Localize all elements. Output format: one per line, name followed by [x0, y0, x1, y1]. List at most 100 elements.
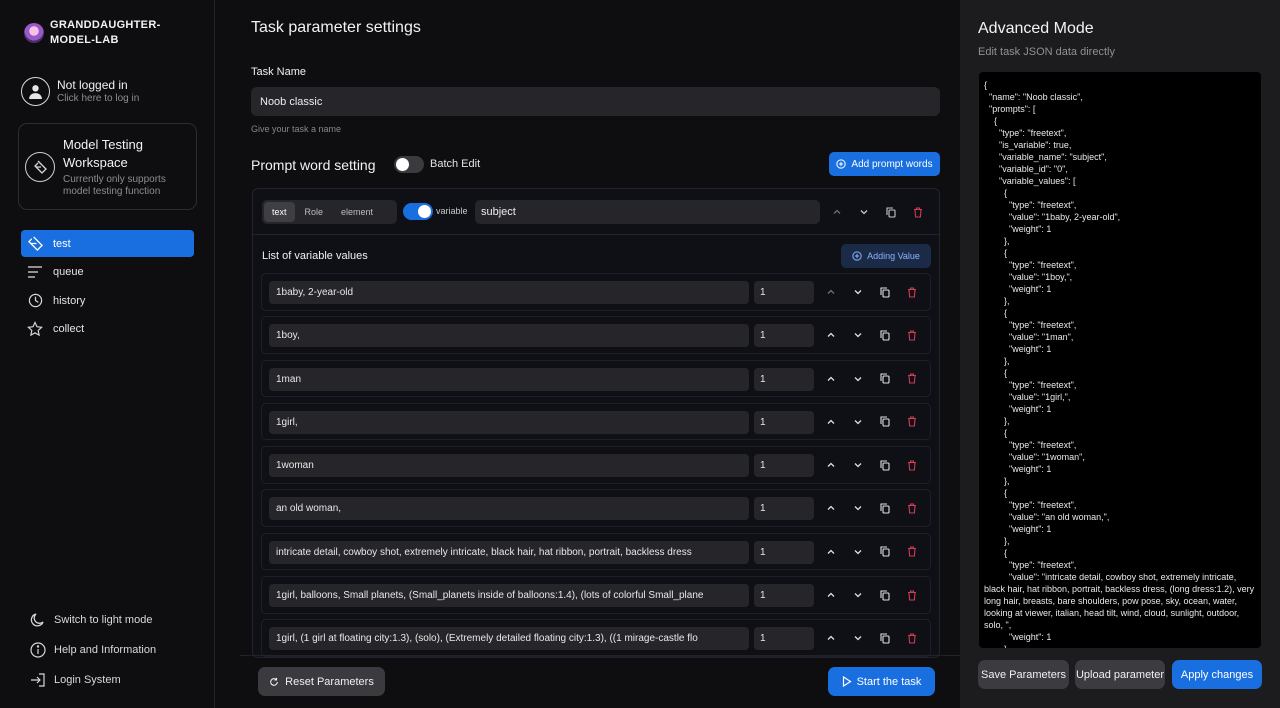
copy-icon[interactable] [877, 500, 893, 516]
nav-item-history[interactable]: history [21, 287, 194, 314]
variable-weight-input[interactable] [754, 540, 814, 564]
chevron-up-icon[interactable] [823, 284, 839, 300]
brand[interactable]: GRANDDAUGHTER- MODEL-LAB [24, 18, 161, 48]
variable-weight-input[interactable] [754, 584, 814, 608]
variable-weight-input[interactable] [754, 454, 814, 478]
trash-icon[interactable] [904, 284, 920, 300]
variable-weight-input[interactable] [754, 410, 814, 434]
chevron-down-icon[interactable] [850, 544, 866, 560]
variable-value-input[interactable] [269, 454, 749, 478]
variable-weight-input[interactable] [754, 367, 814, 391]
variable-value-row [261, 316, 931, 354]
trash-icon[interactable] [904, 327, 920, 343]
chevron-up-icon[interactable] [829, 204, 845, 220]
copy-icon[interactable] [877, 587, 893, 603]
add-value-button[interactable]: Adding Value [841, 244, 931, 268]
history-icon [27, 293, 43, 309]
variable-value-input[interactable] [269, 324, 749, 348]
segment-element[interactable]: element [333, 202, 381, 222]
nav-item-collect[interactable]: collect [21, 316, 194, 343]
brand-name: GRANDDAUGHTER- MODEL-LAB [50, 18, 161, 48]
save-parameters-button[interactable]: Save Parameters [978, 660, 1069, 689]
nav-item-queue[interactable]: queue [21, 259, 194, 286]
chevron-up-icon[interactable] [823, 630, 839, 646]
variable-weight-input[interactable] [754, 497, 814, 521]
apply-changes-button[interactable]: Apply changes [1172, 660, 1262, 689]
brand-name-line2: MODEL-LAB [50, 34, 119, 46]
trash-icon[interactable] [904, 371, 920, 387]
copy-icon[interactable] [877, 284, 893, 300]
chevron-up-icon[interactable] [823, 327, 839, 343]
variable-toggle[interactable] [403, 203, 433, 220]
chevron-up-icon[interactable] [823, 587, 839, 603]
trash-icon[interactable] [904, 630, 920, 646]
chevron-down-icon[interactable] [850, 457, 866, 473]
variable-name-input[interactable] [475, 200, 820, 224]
chevron-down-icon[interactable] [850, 371, 866, 387]
chevron-down-icon[interactable] [850, 414, 866, 430]
task-name-input[interactable] [251, 87, 940, 116]
chevron-up-icon[interactable] [823, 414, 839, 430]
segment-role[interactable]: Role [297, 202, 332, 222]
copy-icon[interactable] [877, 630, 893, 646]
help-link[interactable]: Help and Information [30, 635, 156, 665]
plus-circle-icon [836, 159, 847, 169]
variable-weight-input[interactable] [754, 627, 814, 651]
copy-icon[interactable] [883, 204, 899, 220]
variable-value-input[interactable] [269, 281, 749, 304]
add-prompt-label: Add prompt words [851, 158, 933, 170]
login-system-link[interactable]: Login System [30, 665, 156, 695]
chevron-down-icon[interactable] [850, 284, 866, 300]
chevron-up-icon[interactable] [823, 457, 839, 473]
play-icon [842, 676, 852, 687]
batch-edit-toggle[interactable] [394, 156, 424, 173]
variable-value-input[interactable] [269, 584, 749, 608]
chevron-up-icon[interactable] [823, 544, 839, 560]
variable-value-input[interactable] [269, 627, 749, 651]
workspace-card[interactable]: Model Testing Workspace Currently only s… [18, 123, 197, 210]
row-actions [823, 630, 920, 646]
chevron-up-icon[interactable] [823, 371, 839, 387]
variable-value-input[interactable] [269, 497, 749, 521]
main-panel: Task parameter settings Task Name Give y… [216, 0, 960, 708]
chevron-down-icon[interactable] [850, 327, 866, 343]
nav-item-test[interactable]: test [21, 230, 194, 257]
start-task-button[interactable]: Start the task [828, 667, 935, 696]
trash-icon[interactable] [904, 414, 920, 430]
copy-icon[interactable] [877, 414, 893, 430]
variable-weight-input[interactable] [754, 281, 814, 304]
trash-icon[interactable] [904, 500, 920, 516]
copy-icon[interactable] [877, 371, 893, 387]
add-prompt-button[interactable]: Add prompt words [829, 152, 940, 176]
variable-value-input[interactable] [269, 367, 749, 391]
chevron-up-icon[interactable] [823, 500, 839, 516]
theme-toggle-link[interactable]: Switch to light mode [30, 605, 156, 635]
trash-icon[interactable] [904, 587, 920, 603]
copy-icon[interactable] [877, 457, 893, 473]
chevron-down-icon[interactable] [856, 204, 872, 220]
trash-icon[interactable] [904, 544, 920, 560]
star-icon [27, 321, 43, 337]
chevron-down-icon[interactable] [850, 500, 866, 516]
reset-parameters-button[interactable]: Reset Parameters [258, 667, 385, 696]
variable-value-row [261, 489, 931, 527]
chevron-down-icon[interactable] [850, 630, 866, 646]
trash-icon[interactable] [910, 204, 926, 220]
row-actions [823, 284, 920, 300]
copy-icon[interactable] [877, 544, 893, 560]
trash-icon[interactable] [904, 457, 920, 473]
copy-icon[interactable] [877, 327, 893, 343]
batch-edit-label: Batch Edit [430, 158, 481, 170]
upload-parameter-button[interactable]: Upload parameter [1075, 660, 1165, 689]
prompt-card-header: text Role element variable [253, 189, 939, 235]
chevron-down-icon[interactable] [850, 587, 866, 603]
json-editor[interactable]: { "name": "Noob classic", "prompts": [ {… [979, 72, 1261, 648]
queue-icon [27, 264, 43, 280]
variable-value-input[interactable] [269, 410, 749, 434]
segment-text[interactable]: text [264, 202, 295, 222]
login-area[interactable]: Not logged in Click here to log in [21, 77, 139, 106]
bottom-link-label: Help and Information [54, 644, 157, 656]
variable-values-list [261, 273, 931, 657]
variable-weight-input[interactable] [754, 324, 814, 348]
variable-value-input[interactable] [269, 540, 749, 564]
